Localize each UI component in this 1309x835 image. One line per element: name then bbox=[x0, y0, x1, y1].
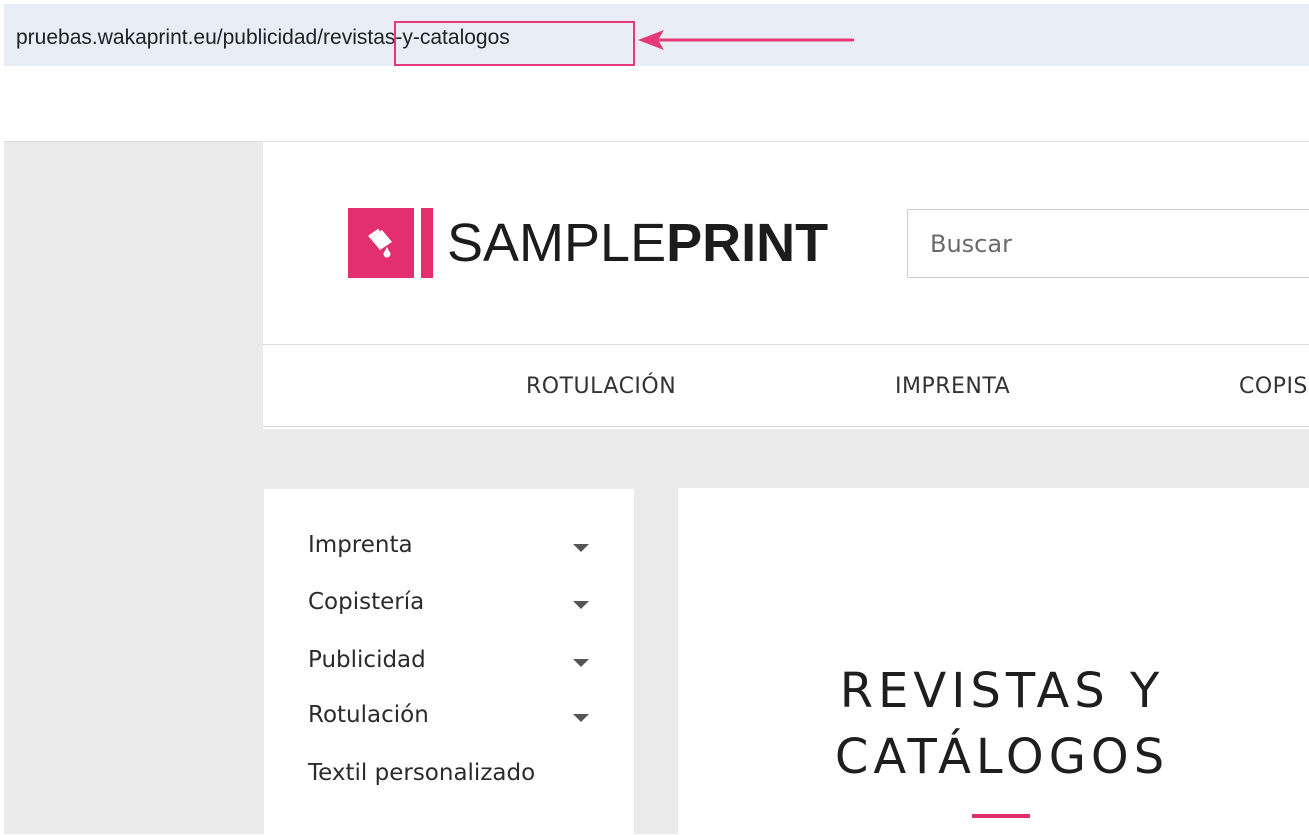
title-underline bbox=[972, 814, 1030, 818]
page-title-line2: CATÁLOGOS bbox=[834, 729, 1170, 785]
sidebar-item-copisteria[interactable]: Copistería bbox=[308, 589, 424, 615]
page-title-line1: REVISTAS Y bbox=[839, 663, 1165, 719]
logo-wordmark: SAMPLEPRINT bbox=[447, 208, 828, 278]
annotation-arrow-icon bbox=[638, 30, 854, 50]
url-highlight-box bbox=[394, 21, 635, 66]
chevron-down-icon[interactable] bbox=[573, 544, 589, 552]
main-content: REVISTAS Y CATÁLOGOS bbox=[678, 488, 1309, 835]
search-placeholder: Buscar bbox=[930, 230, 1012, 258]
logo-word-bold: PRINT bbox=[666, 213, 829, 273]
category-sidebar: Imprenta Copistería Publicidad Rotulació… bbox=[264, 489, 634, 835]
nav-item-rotulacion[interactable]: ROTULACIÓN bbox=[526, 374, 676, 399]
sidebar-item-textil[interactable]: Textil personalizado bbox=[308, 760, 535, 786]
chevron-down-icon[interactable] bbox=[573, 601, 589, 609]
logo-word-light: SAMPLE bbox=[447, 213, 667, 273]
chevron-down-icon[interactable] bbox=[573, 714, 589, 722]
nav-item-copisteria[interactable]: COPIS bbox=[1239, 374, 1308, 399]
sidebar-item-publicidad[interactable]: Publicidad bbox=[308, 647, 426, 673]
paint-bucket-icon bbox=[348, 208, 414, 278]
nav-item-imprenta[interactable]: IMPRENTA bbox=[895, 374, 1010, 399]
sidebar-item-imprenta[interactable]: Imprenta bbox=[308, 532, 413, 558]
main-nav: ROTULACIÓN IMPRENTA COPIS bbox=[263, 344, 1309, 427]
logo-divider bbox=[421, 208, 433, 278]
page-title: REVISTAS Y CATÁLOGOS bbox=[678, 658, 1309, 790]
chevron-down-icon[interactable] bbox=[573, 659, 589, 667]
search-input[interactable]: Buscar bbox=[907, 209, 1309, 278]
site-logo[interactable]: SAMPLEPRINT bbox=[348, 208, 828, 278]
sidebar-item-rotulacion[interactable]: Rotulación bbox=[308, 702, 429, 728]
site-header: SAMPLEPRINT Buscar ROTULACIÓN IMPRENTA C… bbox=[263, 142, 1309, 429]
page-background: SAMPLEPRINT Buscar ROTULACIÓN IMPRENTA C… bbox=[4, 141, 1309, 835]
